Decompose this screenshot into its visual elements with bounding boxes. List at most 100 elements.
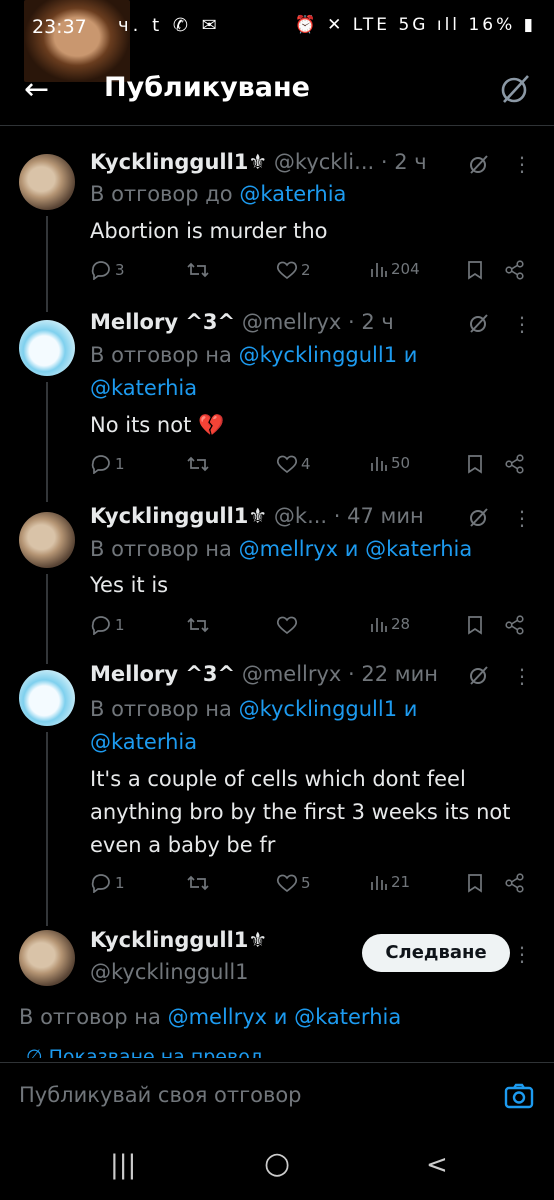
timestamp[interactable]: · 2 ч <box>348 310 394 334</box>
show-translation-link[interactable]: ∅ Показване на превод <box>26 1044 263 1058</box>
avatar[interactable] <box>19 320 75 376</box>
share-icon <box>505 873 524 893</box>
back-arrow-icon[interactable]: ← <box>24 72 49 107</box>
more-options-icon[interactable]: ⋮ <box>512 506 532 530</box>
mention-link[interactable]: @mellryx <box>239 537 339 561</box>
more-options-icon[interactable]: ⋮ <box>512 312 532 336</box>
page-title: Публикуване <box>104 72 310 103</box>
recent-apps-button[interactable]: ||| <box>110 1150 136 1180</box>
repost-button[interactable] <box>186 454 210 474</box>
battery-icon: ▮ <box>523 15 536 35</box>
mention-link[interactable]: @katerhia <box>365 537 472 561</box>
repost-button[interactable] <box>186 260 210 280</box>
bookmark-button[interactable] <box>466 260 484 280</box>
grok-icon[interactable] <box>498 72 532 106</box>
avatar[interactable] <box>19 670 75 726</box>
avatar[interactable] <box>19 154 75 210</box>
mention-link[interactable]: @katerhia <box>90 376 197 400</box>
more-options-icon[interactable]: ⋮ <box>512 942 532 966</box>
reply-button[interactable]: 1 <box>90 873 125 893</box>
bookmark-button[interactable] <box>466 615 484 635</box>
focused-handle: @kycklinggull1 <box>90 960 249 984</box>
like-button[interactable]: 2 <box>276 260 311 280</box>
tweet-2[interactable]: Mellory ^3^ @mellryx · 2 ч ⋮ В отговор н… <box>0 302 554 502</box>
grok-icon[interactable] <box>468 506 490 528</box>
mention-link[interactable]: @katerhia <box>239 182 346 206</box>
more-options-icon[interactable]: ⋮ <box>512 152 532 176</box>
heart-icon <box>276 261 298 280</box>
share-button[interactable] <box>504 260 526 280</box>
status-right-icons: ⏰ ✕ LTE 5G ıll 16% ▮ <box>295 15 536 35</box>
share-button[interactable] <box>504 873 526 893</box>
reply-count: 3 <box>115 261 125 279</box>
bookmark-icon <box>468 261 482 280</box>
mention-link[interactable]: @kycklinggull1 <box>239 697 398 721</box>
mention-joiner: и <box>267 1005 295 1029</box>
like-button[interactable]: 5 <box>276 873 311 893</box>
display-name[interactable]: Kycklinggull1⚜ <box>90 928 267 952</box>
user-handle[interactable]: @kyckli... <box>274 150 374 174</box>
display-name[interactable]: Kycklinggull1⚜ <box>90 150 267 174</box>
focused-avatar[interactable] <box>19 930 75 986</box>
grok-icon[interactable] <box>468 664 490 686</box>
like-button[interactable] <box>276 615 298 635</box>
repost-icon <box>187 617 209 633</box>
user-handle[interactable]: @mellryx <box>242 310 342 334</box>
bookmark-button[interactable] <box>466 873 484 893</box>
user-handle[interactable]: @k... <box>274 504 327 528</box>
reply-composer[interactable]: Публикувай своя отговор <box>0 1062 554 1132</box>
share-button[interactable] <box>504 615 526 635</box>
repost-button[interactable] <box>186 873 210 893</box>
focused-display-name: Kycklinggull1⚜ <box>90 928 267 952</box>
display-name[interactable]: Mellory ^3^ <box>90 662 235 686</box>
follow-button[interactable]: Следване <box>362 934 510 972</box>
user-handle[interactable]: @kycklinggull1 <box>90 960 249 984</box>
mention-link[interactable]: @katerhia <box>294 1005 401 1029</box>
home-button[interactable]: ○ <box>264 1146 290 1181</box>
thread-line <box>46 382 48 502</box>
views-button[interactable]: 50 <box>370 454 410 472</box>
repost-icon <box>187 262 209 278</box>
user-handle[interactable]: @mellryx <box>242 662 342 686</box>
reply-button[interactable]: 1 <box>90 615 125 635</box>
avatar[interactable] <box>19 512 75 568</box>
tweet-header: Kycklinggull1⚜ @kyckli... · 2 ч <box>90 150 427 174</box>
grok-icon[interactable] <box>468 312 490 334</box>
tweet-4[interactable]: Mellory ^3^ @mellryx · 22 мин ⋮ В отгово… <box>0 654 554 926</box>
timestamp[interactable]: · 47 мин <box>334 504 424 528</box>
views-button[interactable]: 204 <box>370 260 420 278</box>
replying-to: В отговор на @kycklinggull1 и @katerhia <box>90 339 530 405</box>
mention-link[interactable]: @mellryx <box>168 1005 268 1029</box>
tweet-actions: 3 2 204 <box>90 260 530 286</box>
views-button[interactable]: 28 <box>370 615 410 633</box>
timestamp[interactable]: · 2 ч <box>381 150 427 174</box>
share-button[interactable] <box>504 454 526 474</box>
translate-label: Показване на превод <box>48 1046 263 1058</box>
repost-button[interactable] <box>186 615 210 635</box>
share-icon <box>505 260 524 280</box>
more-options-icon[interactable]: ⋮ <box>512 664 532 688</box>
views-button[interactable]: 21 <box>370 873 410 891</box>
timestamp[interactable]: · 22 мин <box>348 662 438 686</box>
tweet-3[interactable]: Kycklinggull1⚜ @k... · 47 мин ⋮ В отгово… <box>0 492 554 664</box>
mention-link[interactable]: @kycklinggull1 <box>239 343 398 367</box>
view-count: 204 <box>391 260 420 278</box>
reply-button[interactable]: 3 <box>90 260 125 280</box>
reply-input[interactable]: Публикувай своя отговор <box>19 1083 302 1107</box>
reply-button[interactable]: 1 <box>90 454 125 474</box>
like-button[interactable]: 4 <box>276 454 311 474</box>
camera-icon[interactable] <box>504 1081 534 1111</box>
tweet-1[interactable]: Kycklinggull1⚜ @kyckli... · 2 ч ⋮ В отго… <box>0 126 554 312</box>
view-count: 28 <box>391 615 411 633</box>
display-name[interactable]: Mellory ^3^ <box>90 310 235 334</box>
display-name[interactable]: Kycklinggull1⚜ <box>90 504 267 528</box>
system-nav-bar: ||| ○ < <box>0 1132 554 1200</box>
mention-link[interactable]: @katerhia <box>90 730 197 754</box>
bookmark-button[interactable] <box>466 454 484 474</box>
focused-replying-to: В отговор на @mellryx и @katerhia <box>19 1001 539 1034</box>
back-button[interactable]: < <box>426 1150 448 1180</box>
bookmark-icon <box>468 455 482 474</box>
grok-icon[interactable] <box>468 153 490 175</box>
status-bar: 23:37 ч. t ✆ ✉ ⏰ ✕ LTE 5G ıll 16% ▮ <box>0 0 554 82</box>
tweet-actions: 1 4 50 <box>90 454 530 480</box>
